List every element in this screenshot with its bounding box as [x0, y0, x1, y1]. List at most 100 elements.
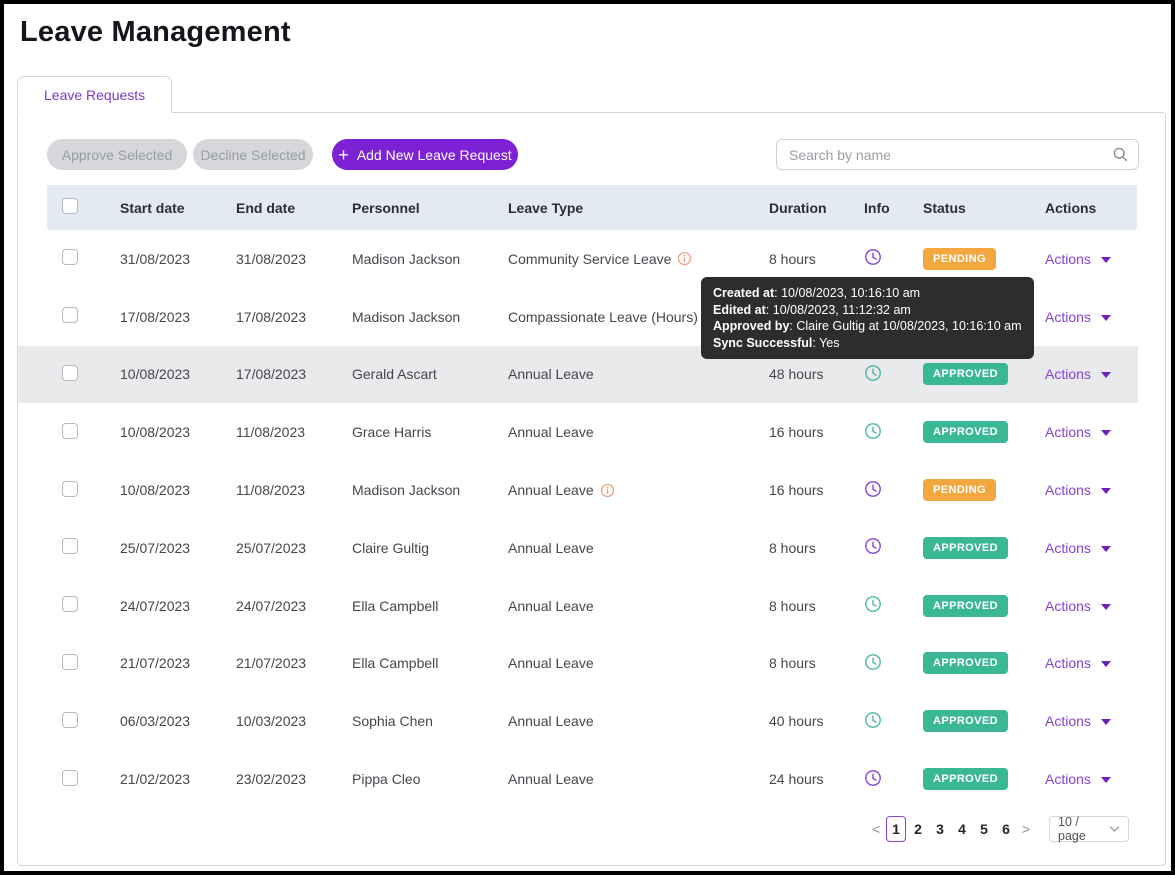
row-checkbox[interactable]: [62, 423, 78, 439]
actions-dropdown[interactable]: Actions: [1045, 713, 1111, 729]
caret-down-icon: [1101, 777, 1111, 783]
decline-selected-button[interactable]: Decline Selected: [193, 139, 313, 170]
leave-type-label: Annual Leave: [508, 424, 594, 440]
start-date-cell: 10/08/2023: [120, 366, 236, 382]
end-date-cell: 11/08/2023: [236, 424, 352, 440]
duration-cell: 8 hours: [769, 540, 864, 556]
actions-label: Actions: [1045, 713, 1091, 729]
tooltip-line: Sync Successful: Yes: [713, 335, 1022, 352]
actions-dropdown[interactable]: Actions: [1045, 251, 1111, 267]
table-row: 24/07/202324/07/2023Ella CampbellAnnual …: [18, 577, 1138, 635]
clock-icon[interactable]: [864, 769, 882, 787]
row-checkbox[interactable]: [62, 654, 78, 670]
search-icon: [1112, 146, 1129, 168]
checkbox-cell: [47, 249, 120, 268]
actions-cell: Actions: [1045, 309, 1138, 325]
status-cell: APPROVED: [923, 537, 1045, 559]
leave-type-cell: Annual Leave: [508, 540, 769, 556]
leave-type-cell: Annual Leave: [508, 424, 769, 440]
pagination-page-5[interactable]: 5: [974, 816, 994, 842]
leave-management-page: { "page": { "title": "Leave Management" …: [0, 0, 1175, 875]
table-row: 10/08/202311/08/2023Madison JacksonAnnua…: [18, 461, 1138, 519]
info-cell: [864, 769, 923, 790]
pagination-page-4[interactable]: 4: [952, 816, 972, 842]
leave-type-cell: Annual Leave: [508, 771, 769, 787]
actions-dropdown[interactable]: Actions: [1045, 482, 1111, 498]
add-new-leave-request-label: Add New Leave Request: [357, 147, 512, 163]
row-checkbox[interactable]: [62, 365, 78, 381]
row-checkbox[interactable]: [62, 596, 78, 612]
table-row: 21/07/202321/07/2023Ella CampbellAnnual …: [18, 635, 1138, 693]
info-icon[interactable]: [677, 251, 692, 266]
leave-type-cell: Annual Leave: [508, 482, 769, 498]
checkbox-cell: [47, 538, 120, 557]
pagination-page-1[interactable]: 1: [886, 816, 906, 842]
actions-dropdown[interactable]: Actions: [1045, 655, 1111, 671]
duration-cell: 16 hours: [769, 424, 864, 440]
actions-label: Actions: [1045, 771, 1091, 787]
clock-icon[interactable]: [864, 480, 882, 498]
caret-down-icon: [1101, 546, 1111, 552]
start-date-cell: 21/02/2023: [120, 771, 236, 787]
pagination-page-2[interactable]: 2: [908, 816, 928, 842]
personnel-cell: Sophia Chen: [352, 713, 508, 729]
leave-type-label: Compassionate Leave (Hours): [508, 309, 698, 325]
clock-icon[interactable]: [864, 248, 882, 266]
row-checkbox[interactable]: [62, 249, 78, 265]
clock-icon[interactable]: [864, 711, 882, 729]
page-size-select[interactable]: 10 / page: [1049, 816, 1129, 842]
select-all-checkbox[interactable]: [62, 198, 78, 214]
clock-icon[interactable]: [864, 537, 882, 555]
pagination: <123456>10 / page: [867, 816, 1129, 842]
actions-dropdown[interactable]: Actions: [1045, 598, 1111, 614]
leave-type-label: Annual Leave: [508, 771, 594, 787]
approve-selected-button[interactable]: Approve Selected: [47, 139, 187, 170]
start-date-cell: 10/08/2023: [120, 424, 236, 440]
add-new-leave-request-button[interactable]: + Add New Leave Request: [332, 139, 518, 170]
actions-cell: Actions: [1045, 251, 1138, 267]
checkbox-cell: [47, 481, 120, 500]
tab-leave-requests[interactable]: Leave Requests: [17, 76, 172, 113]
pagination-next[interactable]: >: [1017, 821, 1035, 837]
pagination-page-6[interactable]: 6: [996, 816, 1016, 842]
leave-type-cell: Annual Leave: [508, 366, 769, 382]
actions-dropdown[interactable]: Actions: [1045, 309, 1111, 325]
actions-dropdown[interactable]: Actions: [1045, 771, 1111, 787]
pagination-page-3[interactable]: 3: [930, 816, 950, 842]
tooltip-line: Created at: 10/08/2023, 10:16:10 am: [713, 285, 1022, 302]
caret-down-icon: [1101, 430, 1111, 436]
row-checkbox[interactable]: [62, 481, 78, 497]
clock-icon[interactable]: [864, 364, 882, 382]
end-date-cell: 10/03/2023: [236, 713, 352, 729]
row-checkbox[interactable]: [62, 307, 78, 323]
status-cell: APPROVED: [923, 710, 1045, 732]
leave-type-cell: Annual Leave: [508, 655, 769, 671]
search-input[interactable]: [776, 139, 1139, 170]
info-icon[interactable]: [600, 483, 615, 498]
actions-dropdown[interactable]: Actions: [1045, 366, 1111, 382]
duration-cell: 8 hours: [769, 598, 864, 614]
end-date-cell: 17/08/2023: [236, 366, 352, 382]
leave-type-cell: Annual Leave: [508, 713, 769, 729]
clock-icon[interactable]: [864, 653, 882, 671]
row-checkbox[interactable]: [62, 712, 78, 728]
row-checkbox[interactable]: [62, 770, 78, 786]
col-header-personnel: Personnel: [352, 200, 508, 216]
leave-type-cell: Annual Leave: [508, 598, 769, 614]
caret-down-icon: [1101, 661, 1111, 667]
info-cell: [864, 248, 923, 269]
clock-icon[interactable]: [864, 422, 882, 440]
actions-dropdown[interactable]: Actions: [1045, 540, 1111, 556]
actions-cell: Actions: [1045, 366, 1138, 382]
clock-icon[interactable]: [864, 595, 882, 613]
actions-cell: Actions: [1045, 482, 1138, 498]
start-date-cell: 25/07/2023: [120, 540, 236, 556]
duration-cell: 8 hours: [769, 655, 864, 671]
table-row: 06/03/202310/03/2023Sophia ChenAnnual Le…: [18, 692, 1138, 750]
actions-label: Actions: [1045, 251, 1091, 267]
actions-dropdown[interactable]: Actions: [1045, 424, 1111, 440]
pagination-prev[interactable]: <: [867, 821, 885, 837]
checkbox-cell: [47, 770, 120, 789]
duration-cell: 24 hours: [769, 771, 864, 787]
row-checkbox[interactable]: [62, 538, 78, 554]
